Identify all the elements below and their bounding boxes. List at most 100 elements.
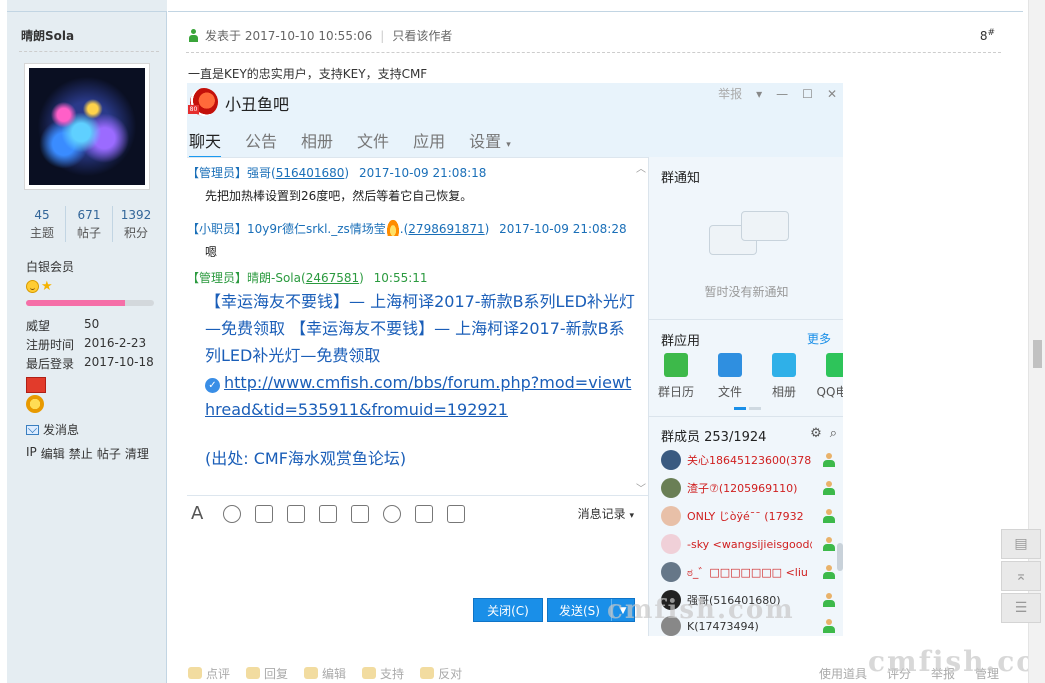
message-header: 【管理员】强哥(516401680) 2017-10-09 21:08:18 [187, 164, 486, 181]
tab-apps: 应用 [413, 132, 446, 151]
post-actions: 点评 回复 编辑 支持 反对 [188, 665, 462, 682]
member-name: ಠ_゛□□□□□□□ <liu [687, 564, 812, 580]
screenshot-icon [447, 504, 465, 523]
comment-button[interactable]: 点评 [188, 665, 230, 682]
notice-empty-text: 暂时没有新通知 [704, 285, 789, 299]
oppose-label: 反对 [438, 667, 463, 681]
member-name: 晴朗-Sola( [247, 271, 306, 285]
member-row: ONLY じòÿé¯¯ (17932 [661, 503, 841, 529]
member-manage-icon: ⚙ [810, 426, 822, 441]
username[interactable]: 晴朗Sola [21, 27, 74, 44]
reply-icon [246, 667, 261, 679]
member-avatar [661, 450, 681, 470]
pager-dot [749, 407, 761, 410]
thread-link[interactable]: http://www.cmfish.com/bbs/forum.php?mod=… [205, 373, 631, 419]
document-icon [415, 504, 433, 523]
admin-link-edit[interactable]: 编辑 [41, 445, 65, 462]
member-uid: 2467581 [305, 271, 360, 285]
calendar-icon [664, 353, 688, 377]
stat-posts-value: 671 [77, 208, 101, 222]
avatar[interactable] [24, 63, 150, 190]
scissors-icon [383, 504, 401, 523]
online-user-icon [188, 28, 199, 43]
app-files: 文件 [707, 353, 753, 400]
admin-link-posts[interactable]: 帖子 [97, 445, 121, 462]
message-time: 2017-10-09 21:08:28 [499, 222, 627, 236]
qq-screenshot[interactable]: 80 小丑鱼吧 举报 ▾ — ☐ ✕ 聊天 公告 相册 文件 应用 设置 ▾ ︿… [187, 83, 843, 636]
group-level-badge: 80 [188, 105, 199, 114]
comment-label: 点评 [206, 667, 231, 681]
support-button[interactable]: 支持 [362, 665, 404, 682]
member-name-extra: (17932 [764, 510, 804, 523]
medals [26, 377, 46, 413]
oppose-button[interactable]: 反对 [420, 665, 462, 682]
message-history-label: 消息记录 [577, 507, 626, 521]
chat-icon[interactable]: ▤ [1001, 529, 1041, 559]
qq-header: 80 小丑鱼吧 举报 ▾ — ☐ ✕ [187, 83, 843, 119]
message-header: 【小职员】10y9r德仁srkl._zs情场莹 .(2798691871) 201… [187, 218, 627, 237]
app-label: 文件 [717, 385, 742, 399]
link-row: ✓ http://www.cmfish.com/bbs/forum.php?mod… [205, 369, 635, 423]
admin-link-clean[interactable]: 清理 [125, 445, 149, 462]
stat-points[interactable]: 1392 积分 [112, 206, 159, 242]
level-progress-fill [26, 300, 125, 306]
font-icon: A [191, 502, 204, 524]
send-label: 发送(S) [548, 599, 612, 621]
apps-pager [734, 407, 761, 410]
group-apps: 群日历 文件 相册 QQ电话 [653, 353, 843, 400]
group-name: 小丑鱼吧 [225, 95, 290, 114]
reply-button[interactable]: 回复 [246, 665, 288, 682]
stat-posts[interactable]: 671 帖子 [65, 206, 112, 242]
search-icon: ⌕ [829, 426, 837, 441]
user-group[interactable]: 白银会员 [26, 258, 74, 275]
divider [186, 52, 1001, 53]
member-uid: 2798691871 [408, 222, 485, 236]
member-name-text: ಠ_゛□□□□□□□ [687, 566, 783, 579]
member-avatar [661, 506, 681, 526]
forum-page: 晴朗Sola 45 主题 671 帖子 1392 积分 白银会员 ★ 威望 50 [0, 0, 1045, 683]
medal-sun-icon[interactable] [26, 395, 44, 413]
watermark: cmfish.com [607, 595, 795, 625]
floor-number[interactable]: 8# [980, 28, 995, 43]
member-name: ONLY じòÿé¯¯ (17932 [687, 508, 812, 524]
floating-tools: ▤ ⌅ ☰ [1001, 529, 1041, 625]
chat-area: ︿ 【管理员】强哥(516401680) 2017-10-09 21:08:18… [187, 157, 648, 495]
use-item-link[interactable]: 使用道具 [819, 665, 867, 682]
post-content: 一直是KEY的忠实用户，支持KEY，支持CMF [188, 67, 428, 81]
stat-threads[interactable]: 45 主题 [19, 206, 65, 242]
edit-button[interactable]: 编辑 [304, 665, 346, 682]
admin-link-ban[interactable]: 禁止 [69, 445, 93, 462]
app-label: 相册 [771, 385, 796, 399]
message-time: 2017-10-09 21:08:18 [358, 166, 487, 180]
gif-icon [255, 504, 273, 523]
star-icon: ★ [41, 279, 53, 294]
only-author-link[interactable]: 只看该作者 [392, 27, 452, 44]
post-meta: 发表于 2017-10-10 10:55:06 | 只看该作者 [188, 27, 452, 44]
scroll-up-icon: ︿ [636, 164, 646, 175]
member-role: 【小职员】 [187, 222, 248, 236]
member-uid-close: ) [344, 166, 350, 180]
send-message-link[interactable]: 发消息 [26, 421, 79, 438]
scrollbar-thumb[interactable] [1033, 340, 1042, 368]
member-row: 渣子⑦(1205969110) [661, 475, 841, 501]
tab-album: 相册 [301, 132, 334, 151]
top-icon[interactable]: ⌅ [1001, 561, 1041, 591]
member-level-icon [822, 565, 836, 579]
member-avatar [661, 478, 681, 498]
input-toolbar: A 消息记录 ▾ [187, 495, 648, 531]
app-label: QQ电话 [816, 385, 843, 399]
close-chat-button: 关闭(C) [473, 598, 543, 622]
message-input: 关闭(C) 发送(S) ▼ [187, 531, 648, 636]
member-name: 10y9r德仁srkl._zs情场莹 [247, 222, 386, 236]
emoji-icon [223, 504, 241, 523]
big-message-text: 【幸运海友不要钱】— 上海柯译2017-新款B系列LED补光灯—免费领取 【幸运… [205, 292, 635, 365]
member-level-icon [822, 593, 836, 607]
user-stats: 45 主题 671 帖子 1392 积分 [19, 206, 159, 242]
divider [649, 416, 843, 417]
floor-mark: # [987, 28, 995, 38]
admin-link-ip[interactable]: IP [26, 445, 37, 462]
list-icon[interactable]: ☰ [1001, 593, 1041, 623]
stat-threads-label: 主题 [29, 226, 54, 240]
medal-icon[interactable] [26, 377, 46, 393]
tab-settings: 设置 ▾ [469, 128, 511, 152]
